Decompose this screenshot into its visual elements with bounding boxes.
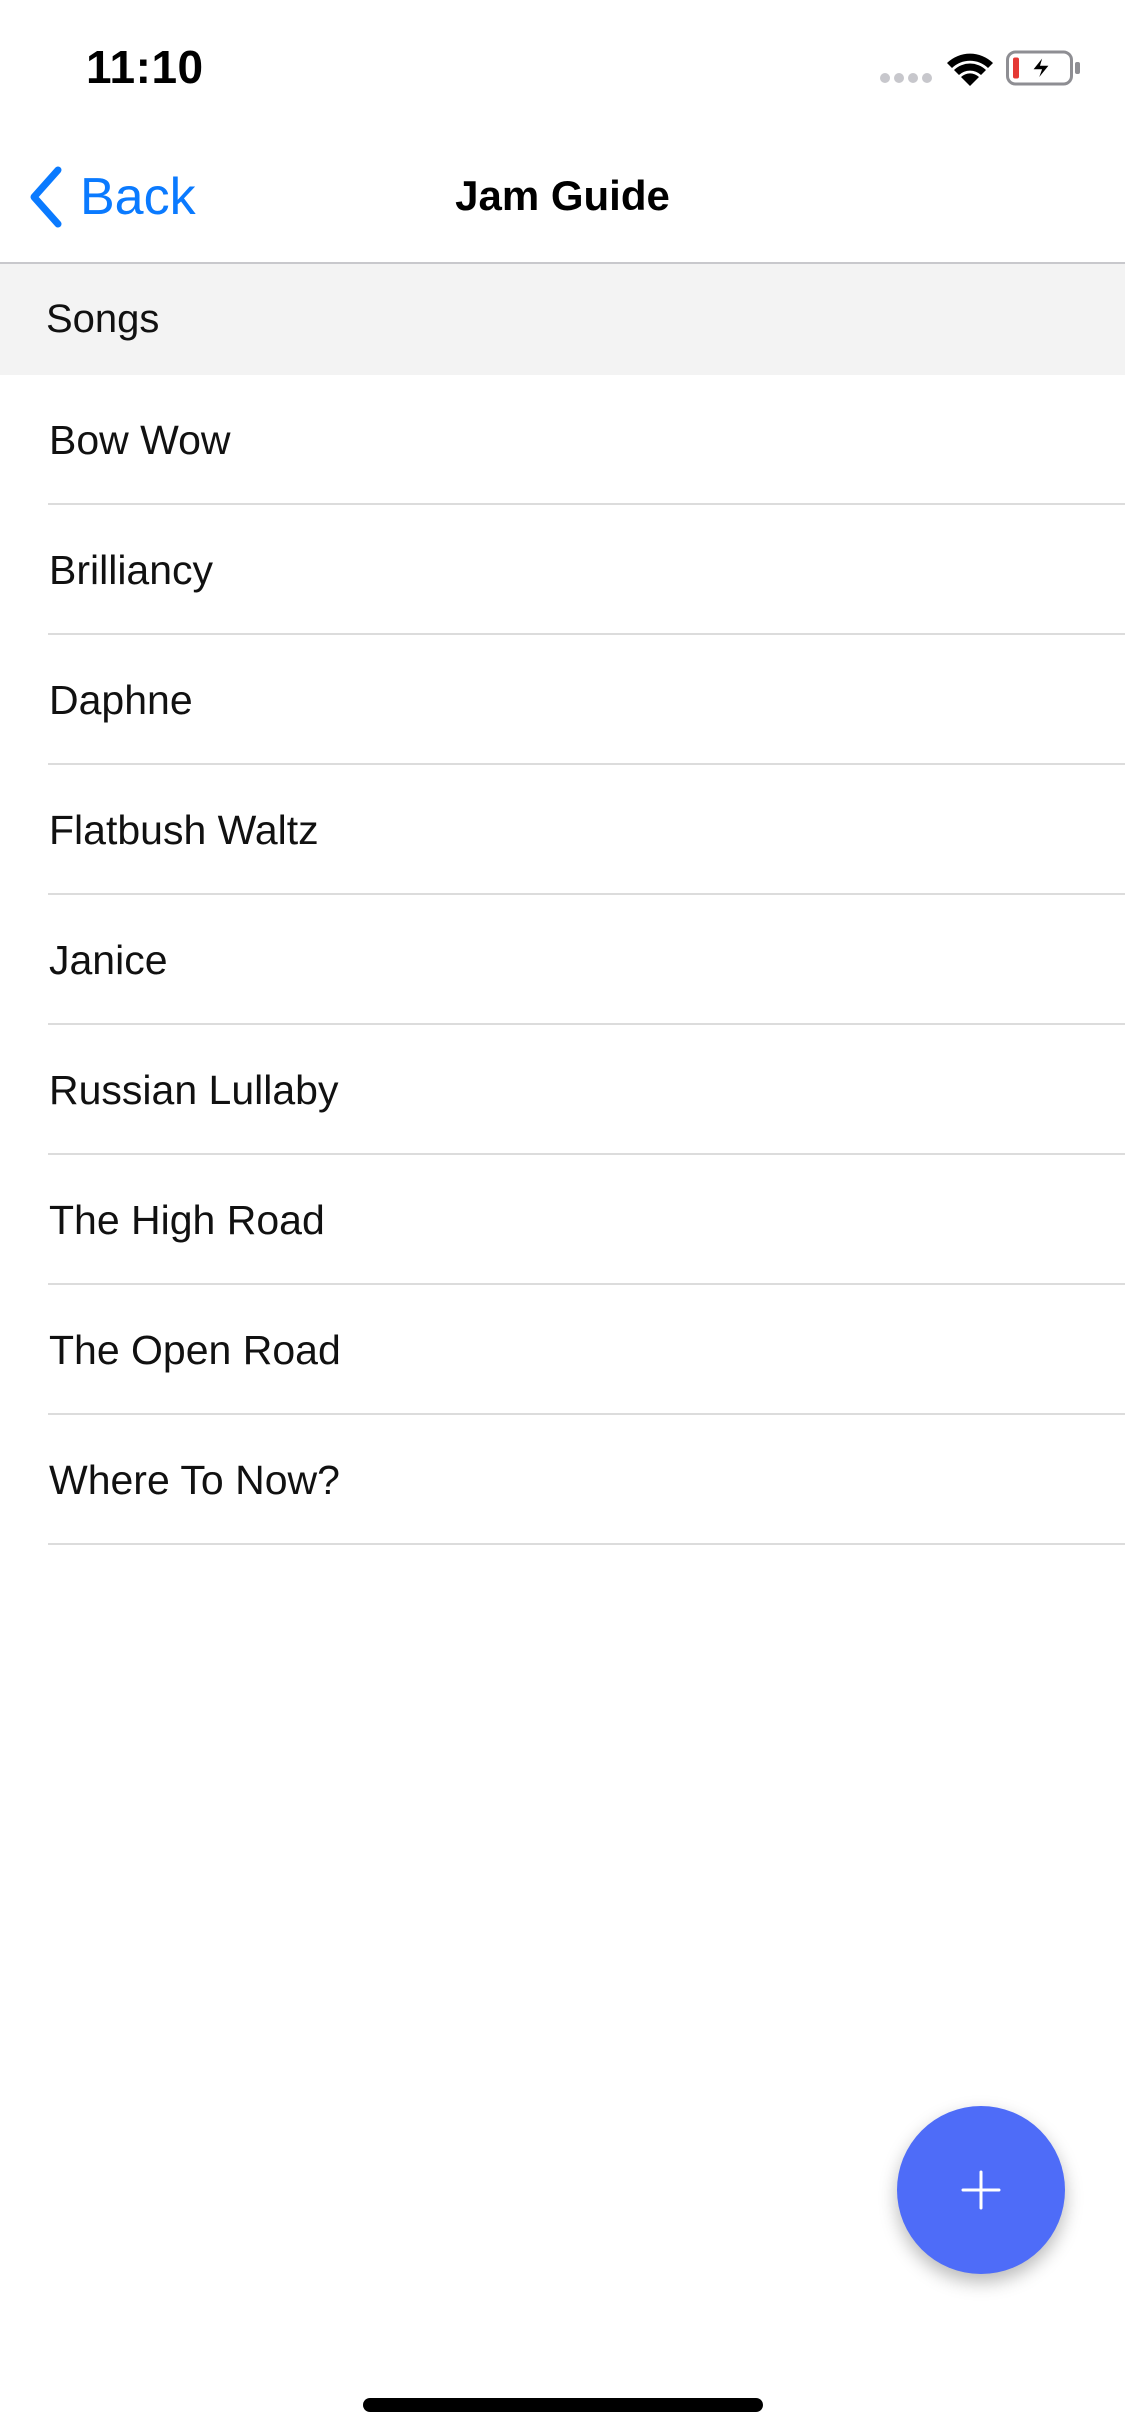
list-item-label: Bow Wow xyxy=(49,416,231,463)
list-item[interactable]: Daphne xyxy=(0,635,1125,765)
list-item-label: Russian Lullaby xyxy=(49,1066,339,1113)
list-item[interactable]: Flatbush Waltz xyxy=(0,765,1125,895)
cellular-signal-icon xyxy=(880,73,934,85)
status-time: 11:10 xyxy=(86,41,204,93)
plus-icon xyxy=(961,2170,1001,2210)
status-bar: 11:10 xyxy=(0,0,1125,132)
section-header-songs: Songs xyxy=(0,264,1125,375)
song-list: Bow Wow Brilliancy Daphne Flatbush Waltz… xyxy=(0,375,1125,1545)
navigation-bar: Back Jam Guide xyxy=(0,132,1125,264)
list-item-label: Flatbush Waltz xyxy=(49,806,319,853)
app-screen: 11:10 Back Jam Guide Songs Bow Wow Brill… xyxy=(0,0,1125,2436)
list-item-label: The Open Road xyxy=(49,1326,341,1373)
add-song-button[interactable] xyxy=(897,2106,1065,2274)
section-header-label: Songs xyxy=(46,297,160,341)
list-item[interactable]: Janice xyxy=(0,895,1125,1025)
list-item-label: Janice xyxy=(49,936,168,983)
list-item[interactable]: Russian Lullaby xyxy=(0,1025,1125,1155)
wifi-icon xyxy=(947,53,993,86)
list-item[interactable]: The High Road xyxy=(0,1155,1125,1285)
list-item[interactable]: Bow Wow xyxy=(0,375,1125,505)
battery-charging-icon xyxy=(1006,50,1080,86)
list-item-label: The High Road xyxy=(49,1196,325,1243)
page-title: Jam Guide xyxy=(455,172,670,219)
home-indicator xyxy=(363,2398,763,2412)
list-item[interactable]: The Open Road xyxy=(0,1285,1125,1415)
list-item[interactable]: Brilliancy xyxy=(0,505,1125,635)
list-item-label: Daphne xyxy=(49,676,193,723)
list-item-label: Where To Now? xyxy=(49,1456,340,1503)
list-item-label: Brilliancy xyxy=(49,546,214,593)
list-item[interactable]: Where To Now? xyxy=(0,1415,1125,1545)
